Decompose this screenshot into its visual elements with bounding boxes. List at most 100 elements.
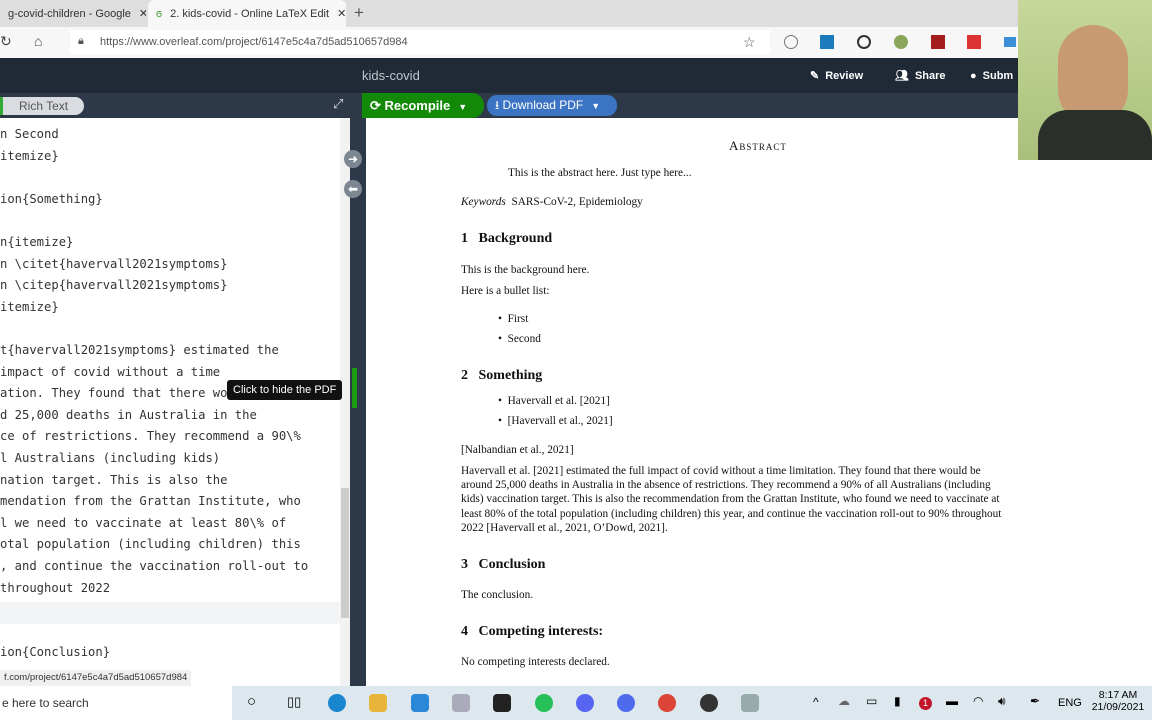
discord-icon[interactable] [576, 694, 594, 712]
webcam-overlay [1018, 0, 1152, 160]
pdf-preview[interactable]: Abstract This is the abstract here. Just… [366, 118, 1152, 686]
bullet-item: • Second [498, 333, 541, 345]
active-line-highlight [0, 602, 340, 624]
code-line[interactable]: ce of restrictions. They recommend a 90\… [0, 429, 301, 443]
clock[interactable]: 8:17 AM 21/09/2021 [1088, 689, 1148, 713]
keywords-label: Keywords [461, 196, 506, 208]
onedrive-cloud-icon[interactable]: ☁ [838, 694, 850, 708]
code-line[interactable]: l Australians (including kids) [0, 451, 220, 465]
code-line[interactable]: ion{Conclusion} [0, 645, 110, 659]
cortana-icon[interactable]: ○ [247, 693, 256, 710]
task-view-icon[interactable]: ▯▯ [287, 694, 301, 710]
researchgate-extension-icon[interactable] [820, 35, 834, 49]
share-button[interactable]: 👥︎ Share [895, 58, 946, 93]
review-button[interactable]: ✎ Review [810, 58, 863, 93]
code-line[interactable]: d 25,000 deaths in Australia in the [0, 408, 257, 422]
paragraph-line: Havervall et al. [2021] estimated the fu… [461, 465, 981, 477]
scrollbar-thumb[interactable] [341, 488, 349, 618]
jetbrains-icon[interactable] [493, 694, 511, 712]
code-line[interactable]: itemize} [0, 149, 59, 163]
pen-icon[interactable]: ✒ [1030, 694, 1040, 708]
code-editor[interactable]: n Second itemize} ion{Something} n{itemize}… [0, 118, 340, 686]
code-line[interactable]: mendation from the Grattan Institute, wh… [0, 494, 301, 508]
paragraph: This is the background here. [461, 264, 590, 276]
rich-text-toggle[interactable]: Rich Text [0, 97, 84, 115]
tooltip: Click to hide the PDF [227, 380, 343, 400]
submit-button[interactable]: ● Subm [970, 58, 1013, 93]
refresh-icon: ⟳ [370, 98, 385, 113]
editor-scrollbar[interactable] [340, 118, 350, 686]
code-line[interactable]: t{havervall2021symptoms} estimated the [0, 343, 279, 357]
url-input[interactable]: 🔒︎ https://www.overleaf.com/project/6147e… [70, 30, 770, 54]
paragraph-line: around 25,000 deaths in Australia in the… [461, 479, 991, 492]
close-icon[interactable]: ✕ [139, 7, 146, 20]
paragraph-line: least 80% of the total population (inclu… [461, 507, 1002, 520]
home-icon[interactable]: ⌂ [34, 33, 42, 49]
section-heading: 4 Competing interests: [461, 624, 604, 639]
project-title: kids-covid [362, 68, 420, 83]
globe-extension-icon[interactable] [894, 35, 908, 49]
app-icon[interactable] [700, 694, 718, 712]
discord-tray-icon[interactable]: ▭ [866, 694, 877, 708]
section-heading: 1 Background [461, 231, 553, 246]
sync-to-code-arrow-icon[interactable]: ⬅ [344, 180, 362, 198]
lastpass-extension-icon[interactable] [967, 35, 981, 49]
url-text: https://www.overleaf.com/project/6147e5c… [100, 36, 408, 48]
microphone-icon[interactable]: ▮ [894, 694, 901, 708]
code-line[interactable]: n \citet{havervall2021symptoms} [0, 257, 227, 271]
expand-icon[interactable]: ⤢ [333, 96, 343, 112]
citation: [Nalbandian et al., 2021] [461, 444, 574, 456]
download-pdf-button[interactable]: ⭳ Download PDF ▼ [487, 95, 617, 116]
app-icon[interactable] [452, 694, 470, 712]
keywords-value: SARS-CoV-2, Epidemiology [511, 196, 643, 208]
caret-down-icon[interactable]: ▼ [458, 102, 467, 112]
chrome-icon[interactable] [658, 694, 676, 712]
code-line[interactable]: ion{Something} [0, 192, 103, 206]
paragraph: No competing interests declared. [461, 656, 610, 668]
taskbar-search-input[interactable]: e here to search [0, 686, 232, 720]
whatsapp-icon[interactable] [535, 694, 553, 712]
close-icon[interactable]: ✕ [337, 7, 346, 20]
tab-overleaf[interactable]: ϭ 2. kids-covid - Online LaTeX Edit ✕ [148, 0, 346, 27]
new-tab-icon[interactable]: + [354, 3, 364, 23]
caret-down-icon[interactable]: ▼ [591, 101, 600, 111]
show-hidden-icons-chevron-icon[interactable]: ^ [813, 695, 819, 709]
extension-icon[interactable] [1004, 37, 1016, 47]
code-line[interactable]: l we need to vaccinate at least 80\% of [0, 516, 286, 530]
code-line[interactable]: n{itemize} [0, 235, 73, 249]
tab-google[interactable]: g-covid-children - Google ✕ [0, 0, 146, 27]
notification-badge[interactable]: 1 [919, 697, 932, 710]
chat-extension-icon[interactable] [857, 35, 871, 49]
app-icon[interactable] [741, 694, 759, 712]
code-line[interactable]: nation target. This is also the [0, 473, 227, 487]
code-line[interactable]: impact of covid without a time [0, 365, 220, 379]
code-line[interactable]: n Second [0, 127, 59, 141]
code-line[interactable]: otal population (including children) thi… [0, 537, 301, 551]
presenter-body [1038, 110, 1152, 160]
tab-label: 2. kids-covid - Online LaTeX Edit [170, 7, 330, 20]
hide-pdf-toggle[interactable] [352, 368, 357, 408]
edge-icon[interactable] [328, 694, 346, 712]
code-line[interactable]: throughout 2022 [0, 581, 110, 595]
favorite-star-icon[interactable]: ☆ [743, 34, 756, 51]
abstract-title: Abstract [729, 138, 787, 153]
messenger-icon[interactable] [617, 694, 635, 712]
pane-divider[interactable]: ➜ ⬅ [344, 118, 366, 686]
recompile-button[interactable]: ⟳ Recompile ▼ [362, 93, 484, 118]
code-line[interactable]: n \citep{havervall2021symptoms} [0, 278, 227, 292]
app-icon[interactable] [411, 694, 429, 712]
editor-toolbar: Rich Text ⤢ ⟳ Recompile ▼ ⭳ Download PDF ▼ [0, 93, 1152, 118]
volume-icon[interactable]: 🔊︎ [998, 694, 1006, 709]
ublock-extension-icon[interactable] [931, 35, 945, 49]
wifi-icon[interactable]: ◠ [973, 694, 983, 708]
code-line[interactable]: , and continue the vaccination roll-out … [0, 559, 308, 573]
review-icon: ✎ [810, 70, 820, 82]
code-line[interactable]: itemize} [0, 300, 59, 314]
language-indicator[interactable]: ENG [1058, 697, 1082, 709]
keywords: Keywords SARS-CoV-2, Epidemiology [461, 196, 643, 208]
file-explorer-icon[interactable] [369, 694, 387, 712]
sync-to-pdf-arrow-icon[interactable]: ➜ [344, 150, 362, 168]
extension-icon[interactable] [784, 35, 798, 49]
reload-icon[interactable]: ↻ [0, 33, 12, 50]
battery-icon[interactable]: ▬ [946, 694, 958, 708]
